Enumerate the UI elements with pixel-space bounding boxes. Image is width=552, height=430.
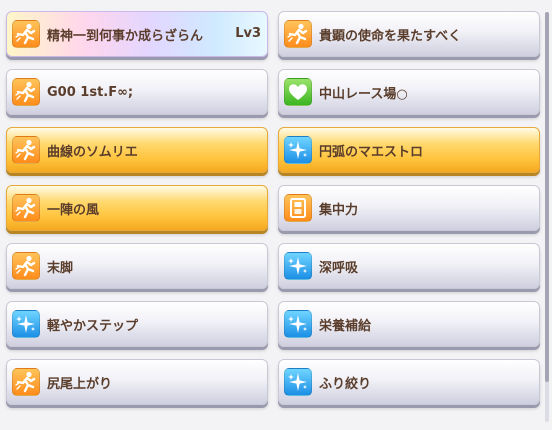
skill-card-4[interactable]: 中山レース場○ <box>278 69 540 115</box>
skill-card-9[interactable]: 末脚 <box>6 243 268 289</box>
skill-name: ふり絞り <box>319 376 372 392</box>
skill-card-14[interactable]: ふり絞り <box>278 359 540 405</box>
skill-card-11[interactable]: 軽やかステップ <box>6 301 268 347</box>
skill-name: 中山レース場○ <box>319 86 408 102</box>
skill-card-12[interactable]: 栄養補給 <box>278 301 540 347</box>
skill-name: 尻尾上がり <box>47 376 113 392</box>
skill-card-8[interactable]: 集中力 <box>278 185 540 231</box>
skill-name: 軽やかステップ <box>47 318 139 334</box>
sparkle-icon <box>12 310 40 338</box>
skill-name: 曲線のソムリエ <box>47 144 138 160</box>
runner-icon <box>12 194 40 222</box>
runner-icon <box>284 20 312 48</box>
skill-name: 栄養補給 <box>319 318 372 334</box>
runner-icon <box>12 252 40 280</box>
skill-card-7[interactable]: 一陣の風 <box>6 185 268 231</box>
heart-icon <box>284 78 312 106</box>
skill-card-6[interactable]: 円弧のマエストロ <box>278 127 540 173</box>
skill-name: 精神一到何事か成らざらん <box>47 28 204 44</box>
skill-name: 末脚 <box>47 260 74 276</box>
skill-card-2[interactable]: 貴顕の使命を果たすべく <box>278 11 540 57</box>
skill-list: 精神一到何事か成らざらん Lv3 貴顕の使命を果たすべく G00 1st.F∞;… <box>6 11 540 405</box>
runner-icon <box>12 78 40 106</box>
scrollbar-thumb[interactable] <box>545 12 549 382</box>
scrollbar[interactable] <box>545 12 549 422</box>
skill-card-3[interactable]: G00 1st.F∞; <box>6 69 268 115</box>
sparkle-icon <box>284 136 312 164</box>
skill-name: G00 1st.F∞; <box>47 84 134 100</box>
skill-card-5[interactable]: 曲線のソムリエ <box>6 127 268 173</box>
skill-name: 深呼吸 <box>319 260 359 276</box>
skill-name: 円弧のマエストロ <box>319 144 424 160</box>
skill-name: 集中力 <box>319 202 359 218</box>
skill-card-10[interactable]: 深呼吸 <box>278 243 540 289</box>
skill-card-13[interactable]: 尻尾上がり <box>6 359 268 405</box>
skill-level: Lv3 <box>235 26 261 41</box>
sparkle-icon <box>284 310 312 338</box>
skill-name: 一陣の風 <box>47 202 100 218</box>
runner-icon <box>12 20 40 48</box>
sparkle-icon <box>284 368 312 396</box>
skill-card-1[interactable]: 精神一到何事か成らざらん Lv3 <box>6 11 268 57</box>
skill-name: 貴顕の使命を果たすべく <box>319 28 462 44</box>
gate-icon <box>284 194 312 222</box>
sparkle-icon <box>284 252 312 280</box>
runner-icon <box>12 136 40 164</box>
runner-icon <box>12 368 40 396</box>
